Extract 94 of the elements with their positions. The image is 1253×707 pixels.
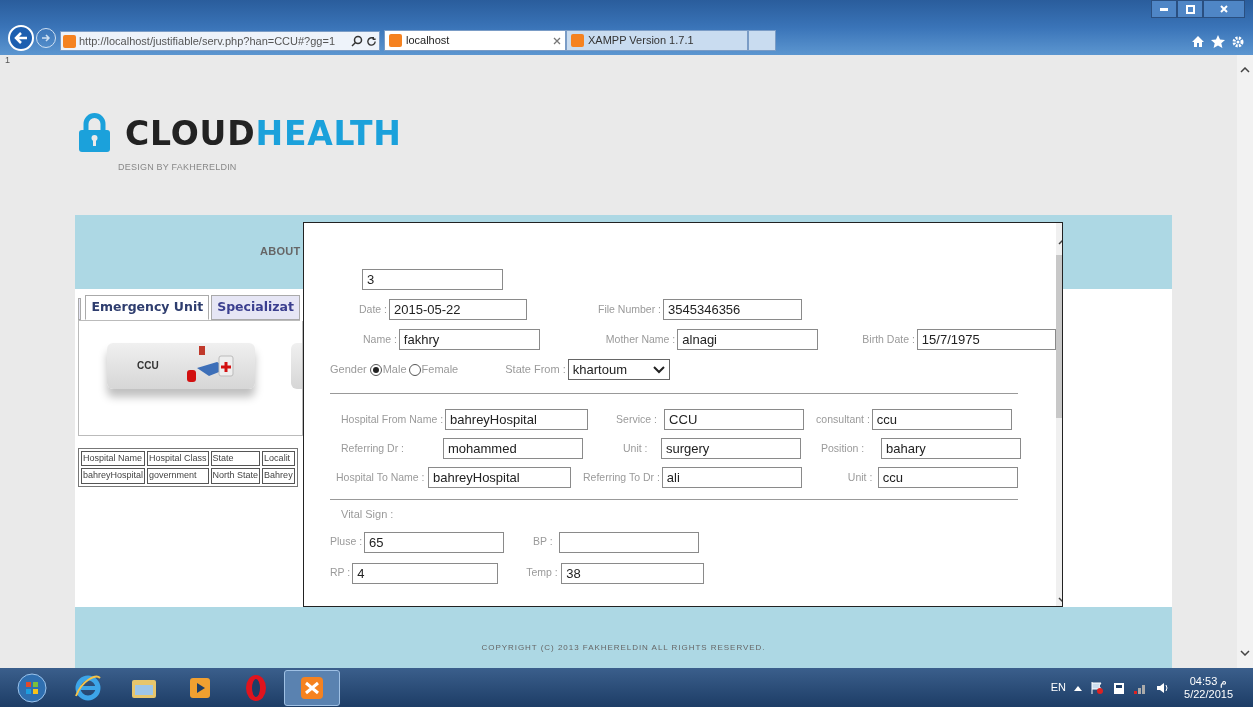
field-label: Unit : <box>847 469 874 485</box>
input-field[interactable]: 3545346356 <box>663 299 803 320</box>
speaker-icon[interactable] <box>1156 681 1171 694</box>
flag-icon[interactable] <box>1090 680 1105 695</box>
section-label: Vital Sign : <box>341 507 395 522</box>
field-label: Pluse : <box>330 534 363 550</box>
language-indicator[interactable]: EN <box>1050 679 1067 696</box>
copyright-text: COPYRIGHT (C) 2013 FAKHERELDIN ALL RIGHTS RESERVED. <box>481 641 766 654</box>
caret-up-icon[interactable] <box>1074 684 1083 691</box>
input-field[interactable]: 38 <box>561 562 705 584</box>
xampp-icon <box>300 675 324 700</box>
table-cell: bahreyHospital <box>81 468 146 484</box>
field-label: Date : <box>359 301 387 317</box>
input-field[interactable]: bahreyHospital <box>428 467 571 488</box>
field-label: Unit : <box>623 440 649 456</box>
unit-button[interactable]: CCU <box>107 342 255 389</box>
logo-text: CLOUDHEALTH <box>125 116 402 150</box>
arrow-left-icon <box>14 32 28 44</box>
corner-text: 1 <box>5 55 11 66</box>
close-button[interactable] <box>1203 0 1245 18</box>
clock-date[interactable]: 5/22/2015 <box>1184 687 1233 701</box>
input-field[interactable]: 2015-05-22 <box>389 299 527 320</box>
windows-orb-icon <box>17 672 47 703</box>
field-label: Referring Dr : <box>341 440 405 456</box>
browser-tab[interactable]: XAMPP Version 1.7.1 <box>566 30 748 51</box>
input-field[interactable]: 15/7/1975 <box>916 329 1056 350</box>
input-field[interactable]: bahary <box>881 438 1021 459</box>
taskbar-xampp-button[interactable] <box>284 669 340 706</box>
settings-icon[interactable] <box>1231 35 1245 49</box>
xampp-icon <box>389 34 402 47</box>
input-field[interactable]: bahreyHospital <box>445 409 589 430</box>
field-label: BP : <box>533 534 554 550</box>
refresh-icon <box>366 35 377 47</box>
table-header-cell: Hospital Class <box>147 450 209 466</box>
table-header-cell: State <box>210 450 261 466</box>
input-field[interactable]: 4 <box>352 562 499 584</box>
tagline: DESIGN BY FAKHERELDIN <box>118 161 238 174</box>
media-player-icon <box>189 676 211 699</box>
restore-button[interactable] <box>1177 0 1203 18</box>
browser-tab[interactable]: localhost <box>384 30 566 51</box>
field-label: Service : <box>616 411 658 427</box>
minimize-button[interactable] <box>1151 0 1177 18</box>
field-label: Mother Name : <box>605 331 676 347</box>
input-field[interactable]: alnagi <box>677 329 819 350</box>
unit-tab[interactable]: Emergency Unit <box>85 294 210 320</box>
address-bar[interactable]: http://localhost/justifiable/serv.php?han=CCU#?gg=1 <box>60 31 380 51</box>
input-field[interactable]: ccu <box>877 467 1018 488</box>
field-label: State From : <box>505 362 566 378</box>
search-icon <box>351 35 363 47</box>
field-label: Position : <box>821 440 866 456</box>
field-label: File Number : <box>598 301 662 317</box>
field-label: consultant : <box>816 411 870 427</box>
input-field[interactable]: mohammed <box>443 438 583 459</box>
field-label: Temp : <box>526 565 559 581</box>
close-icon <box>1220 5 1228 13</box>
input-field[interactable]: 65 <box>364 531 505 553</box>
xampp-icon <box>571 34 584 47</box>
gender-label: Gender <box>330 362 367 378</box>
close-icon[interactable] <box>553 36 561 45</box>
table-header-cell: Hospital Name <box>81 450 146 466</box>
input-field[interactable]: CCU <box>664 409 805 430</box>
minimize-icon <box>1160 7 1168 11</box>
table-cell: Bahrey <box>262 468 295 484</box>
table-cell: North State <box>210 468 261 484</box>
field-label: Birth Date : <box>862 331 915 347</box>
input-field[interactable]: ccu <box>871 409 1012 430</box>
field-label: Referring To Dr : <box>583 469 660 485</box>
url-text: http://localhost/justifiable/serv.php?han=CCU#?gg=1 <box>79 33 336 49</box>
input-field[interactable]: surgery <box>661 438 801 459</box>
restore-icon <box>1185 4 1195 14</box>
nav-link[interactable]: ABOUT <box>260 243 301 260</box>
clock-time[interactable]: 04:53 م <box>1189 674 1228 688</box>
xampp-icon <box>63 34 76 48</box>
input-field[interactable]: 3 <box>362 269 503 290</box>
state-select[interactable]: khartoum <box>567 359 670 380</box>
table-cell: government <box>147 468 209 484</box>
device-icon[interactable] <box>1112 680 1127 695</box>
unit-tab[interactable]: Specializat <box>211 294 300 320</box>
opera-icon <box>244 673 268 702</box>
arrow-right-icon <box>41 34 51 42</box>
input-field[interactable]: ali <box>661 467 802 488</box>
field-label: RP : <box>330 565 351 581</box>
field-label: Hospital To Name : <box>336 469 426 485</box>
page-scrollbar[interactable] <box>1237 55 1253 668</box>
browser-e-icon <box>74 673 102 702</box>
field-label: Name : <box>363 331 397 347</box>
input-field[interactable]: fakhry <box>398 329 540 350</box>
home-icon[interactable] <box>1191 35 1205 48</box>
input-field[interactable] <box>559 531 700 553</box>
back-button[interactable] <box>8 25 34 51</box>
field-label: Hospital From Name : <box>341 411 444 427</box>
padlock-icon <box>78 113 111 153</box>
star-icon[interactable] <box>1211 35 1225 48</box>
table-header-cell: Localit <box>262 450 295 466</box>
